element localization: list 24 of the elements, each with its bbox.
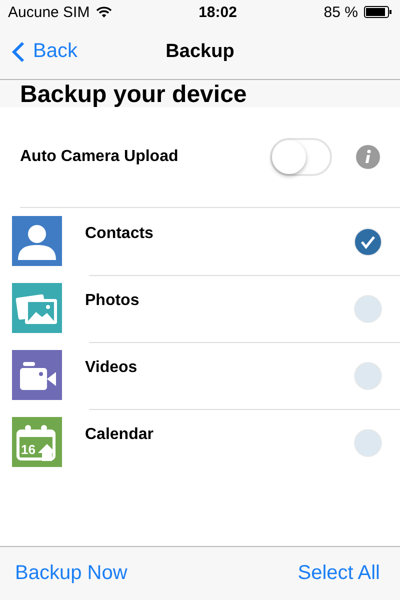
chevron-left-icon [12,40,25,62]
battery-icon [364,6,392,18]
section-heading: Backup your device [0,80,400,107]
checkbox[interactable] [354,429,382,457]
backup-now-button[interactable]: Backup Now [15,562,128,585]
calendar-icon: 16 [12,417,62,467]
back-button[interactable]: Back [0,40,78,63]
nav-title: Backup [166,40,234,62]
checkbox[interactable] [354,295,382,323]
item-label: Calendar [85,425,154,444]
item-label: Contacts [85,224,154,243]
toggle-switch[interactable] [270,138,332,176]
wifi-icon [96,6,112,18]
battery-percentage: 85 % [324,4,358,20]
item-label: Photos [85,291,140,310]
auto-upload-label: Auto Camera Upload [20,148,180,166]
item-label: Videos [85,358,138,377]
carrier-label: Aucune SIM [8,4,90,20]
checkbox[interactable] [354,228,382,256]
status-time: 18:02 [198,4,237,20]
checkmark-icon [360,235,376,249]
select-all-button[interactable]: Select All [298,562,380,585]
info-icon[interactable] [356,145,380,169]
checkbox[interactable] [354,362,382,390]
